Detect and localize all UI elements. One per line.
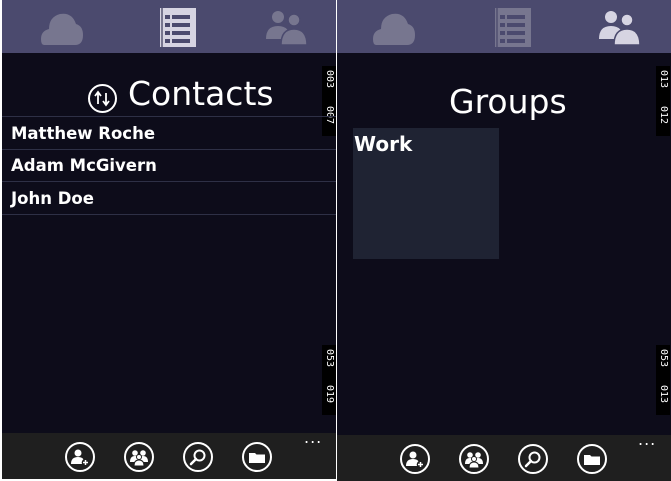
search-icon	[189, 449, 206, 466]
add-contact-icon	[71, 449, 90, 467]
counter-top: 013 012	[656, 66, 670, 136]
page-title: Groups	[449, 82, 567, 121]
app-bar: ...	[2, 428, 336, 479]
search-icon	[524, 451, 541, 468]
list-icon[interactable]	[151, 7, 197, 47]
search-button[interactable]	[183, 442, 213, 472]
group-name: Work	[354, 132, 413, 156]
people-icon[interactable]	[263, 7, 309, 47]
groups-screen: Groups 013 012 053 013 Work ...	[337, 0, 671, 481]
pivot-header	[337, 0, 671, 53]
group-tile[interactable]: Work	[353, 128, 499, 259]
sort-icon[interactable]	[88, 84, 117, 113]
add-contact-icon	[406, 451, 425, 469]
contact-name: John Doe	[11, 189, 94, 208]
contact-name: Adam McGivern	[11, 156, 157, 175]
contact-row[interactable]: John Doe	[2, 182, 336, 215]
groups-button[interactable]	[459, 444, 489, 474]
counter-bottom: 053 013	[656, 345, 670, 415]
people-icon[interactable]	[596, 7, 642, 47]
group-icon	[130, 450, 148, 467]
more-button[interactable]: ...	[304, 428, 322, 447]
folder-button[interactable]	[577, 444, 607, 474]
cloud-icon[interactable]	[39, 7, 85, 47]
search-button[interactable]	[518, 444, 548, 474]
groups-button[interactable]	[124, 442, 154, 472]
list-icon[interactable]	[486, 7, 532, 47]
pivot-header	[2, 0, 336, 53]
contact-name: Matthew Roche	[11, 124, 156, 143]
cloud-icon[interactable]	[371, 7, 417, 47]
group-icon	[465, 452, 483, 469]
folder-icon	[249, 453, 265, 463]
counter-bottom: 053 019	[322, 345, 336, 415]
folder-button[interactable]	[242, 442, 272, 472]
contact-row[interactable]: Adam McGivern	[2, 149, 336, 182]
page-title: Contacts	[128, 74, 274, 113]
folder-icon	[584, 455, 600, 465]
add-contact-button[interactable]	[400, 444, 430, 474]
app-bar: ...	[337, 430, 671, 481]
more-button[interactable]: ...	[638, 430, 656, 449]
contacts-screen: Contacts 003 007 053 019 Matthew Roche A…	[2, 0, 336, 479]
add-contact-button[interactable]	[65, 442, 95, 472]
contact-row[interactable]: Matthew Roche	[2, 116, 336, 150]
